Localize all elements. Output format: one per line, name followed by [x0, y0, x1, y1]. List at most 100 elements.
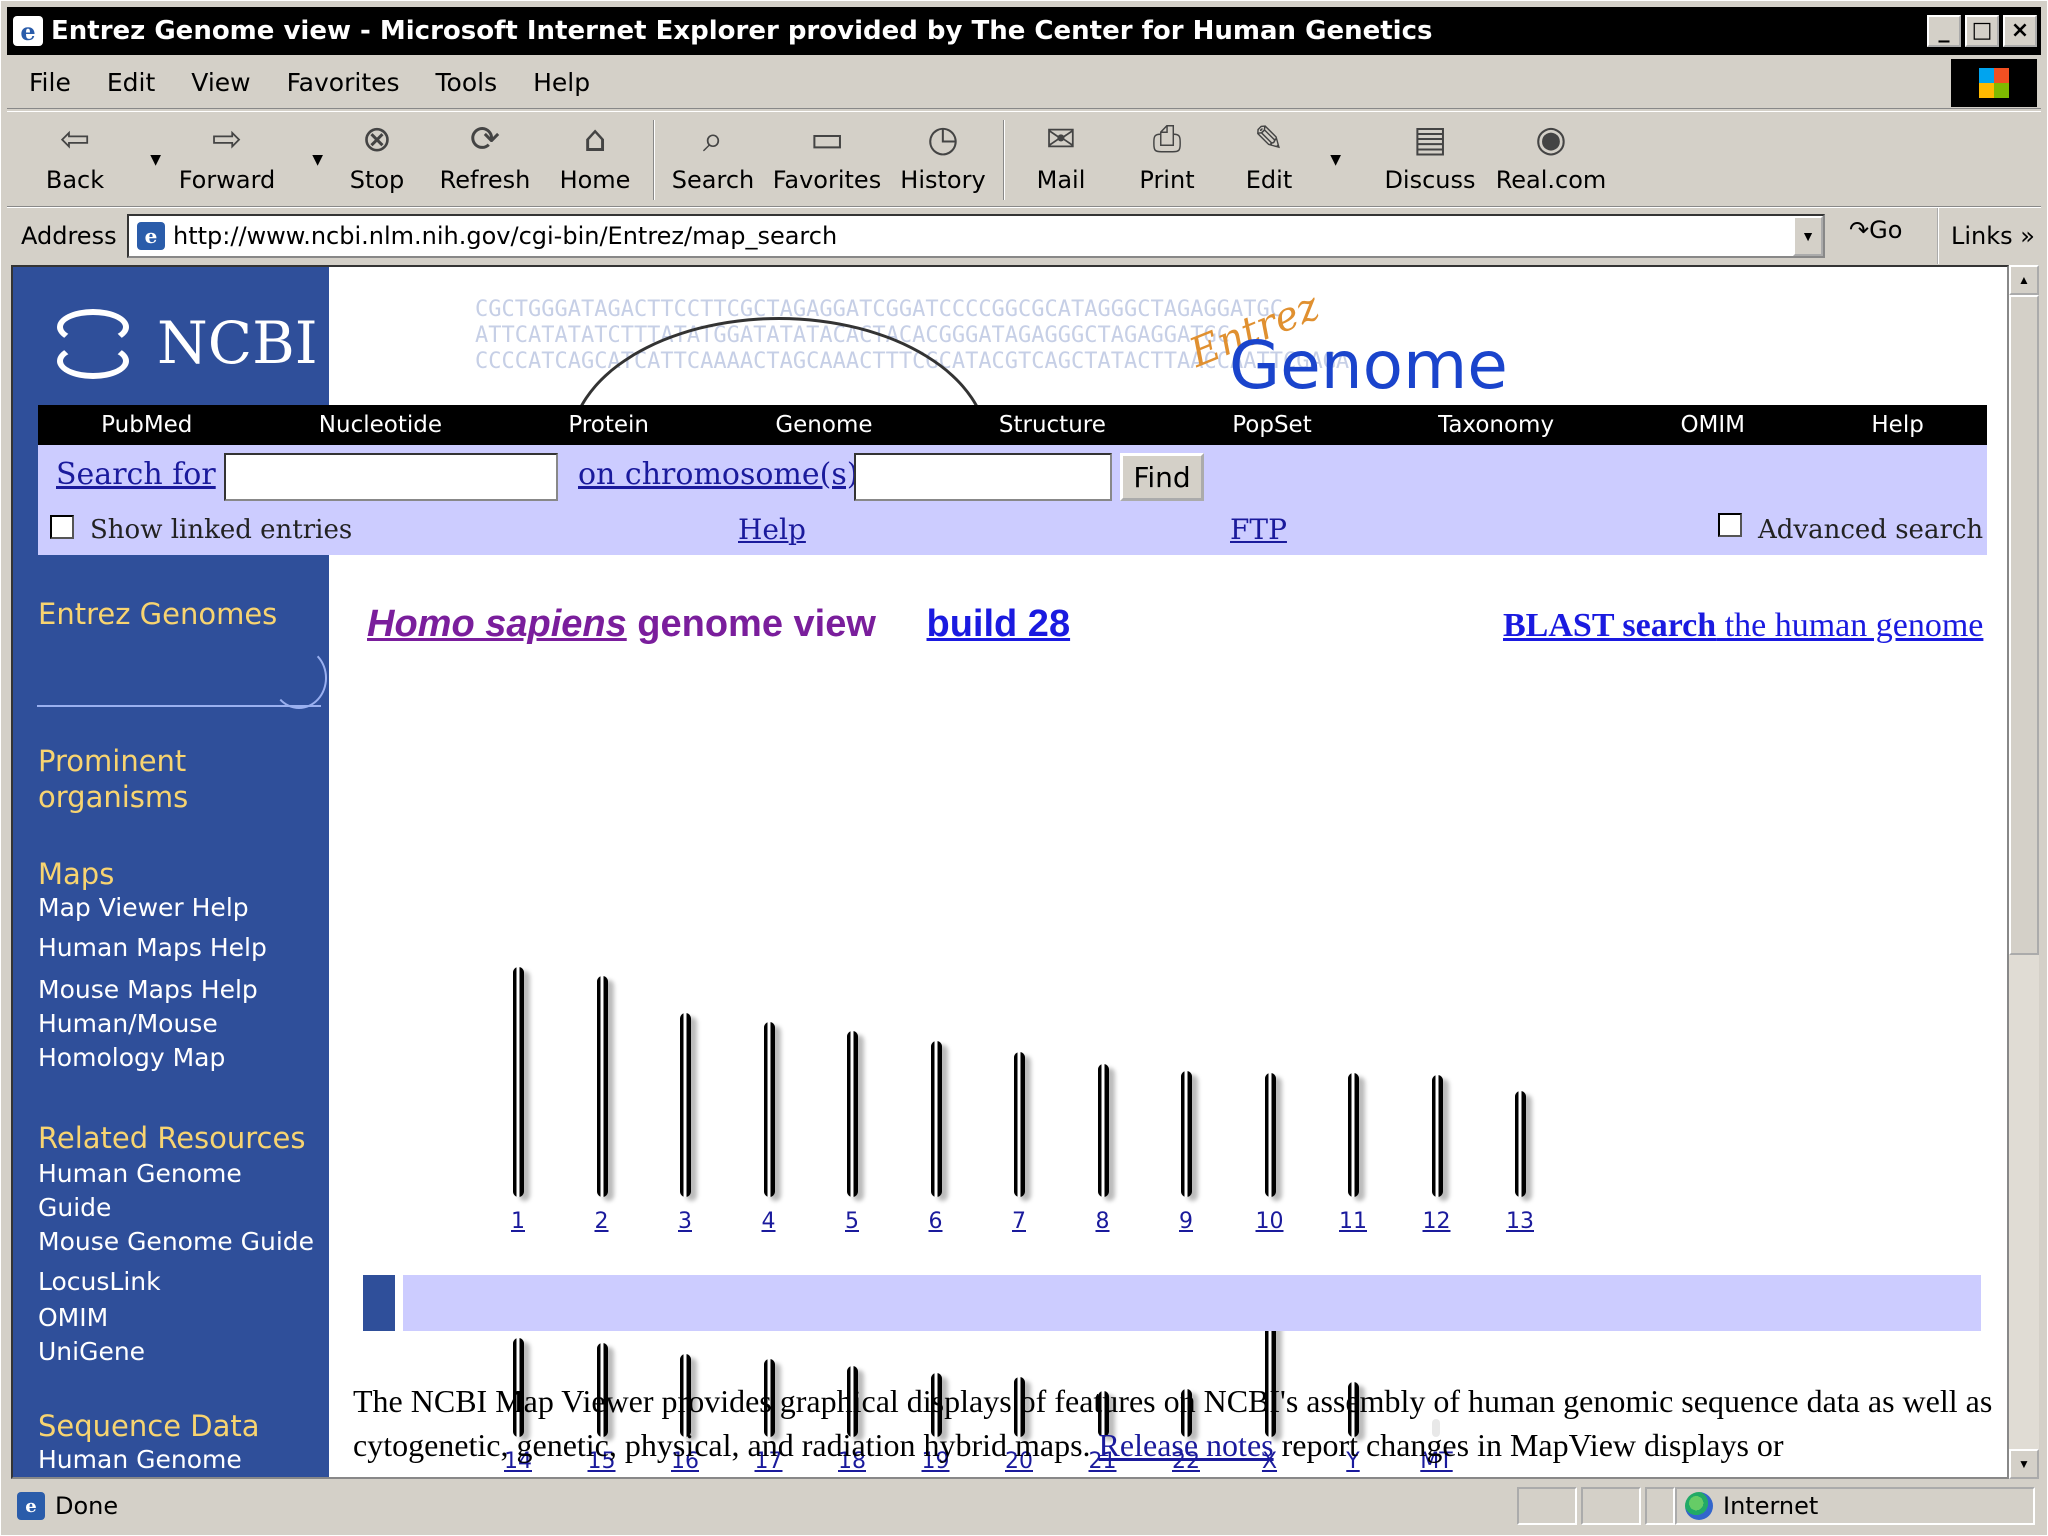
chromosome-13[interactable]: [1515, 1091, 1526, 1197]
discuss-button[interactable]: ▤ Discuss: [1367, 112, 1493, 206]
human-mouse-homology-link[interactable]: Human/Mouse Homology Map: [38, 1007, 258, 1075]
on-chromosome-link[interactable]: on chromosome(s): [578, 457, 858, 492]
close-button[interactable]: ×: [2003, 15, 2037, 47]
chromosome-label-4[interactable]: 4: [744, 1209, 794, 1234]
minimize-button[interactable]: _: [1927, 15, 1961, 47]
map-viewer-help-link[interactable]: Map Viewer Help: [38, 891, 249, 925]
human-maps-help-link[interactable]: Human Maps Help: [38, 931, 267, 965]
scroll-up-icon[interactable]: ▲: [2009, 265, 2039, 295]
stop-button[interactable]: ⊗ Stop: [327, 112, 427, 206]
chromosome-label-6[interactable]: 6: [911, 1209, 961, 1234]
mail-button[interactable]: ✉ Mail: [1011, 112, 1111, 206]
ncbi-logo[interactable]: NCBI: [53, 303, 318, 383]
locuslink-link[interactable]: LocusLink: [38, 1265, 161, 1299]
menu-tools[interactable]: Tools: [436, 68, 498, 97]
description-text-cont: report changes in MapView displays or: [1273, 1427, 1784, 1463]
search-label: Search: [671, 166, 755, 194]
search-button[interactable]: ⌕ Search: [661, 112, 765, 206]
print-button[interactable]: ⎙ Print: [1111, 112, 1223, 206]
chromosome-9[interactable]: [1181, 1070, 1192, 1197]
scroll-down-icon[interactable]: ▼: [2009, 1449, 2039, 1479]
chromosome-12[interactable]: [1431, 1075, 1443, 1197]
chromosome-label-3[interactable]: 3: [660, 1209, 710, 1234]
nav-pubmed[interactable]: PubMed: [101, 412, 192, 438]
sequence-data-heading: Sequence Data: [38, 1409, 260, 1443]
menu-favorites[interactable]: Favorites: [287, 68, 400, 97]
chromosome-label-12[interactable]: 12: [1412, 1209, 1462, 1234]
maximize-button[interactable]: □: [1965, 15, 1999, 47]
chromosome-label-7[interactable]: 7: [994, 1209, 1044, 1234]
menu-file[interactable]: File: [29, 68, 71, 97]
chromosome-1[interactable]: [513, 967, 524, 1197]
history-button[interactable]: ◷ History: [889, 112, 997, 206]
globe-icon: [1685, 1492, 1713, 1520]
nav-popset[interactable]: PopSet: [1232, 412, 1312, 438]
chromosome-2[interactable]: [596, 976, 608, 1197]
species-link[interactable]: Homo sapiens: [367, 603, 627, 645]
mouse-genome-guide-link[interactable]: Mouse Genome Guide: [38, 1225, 314, 1259]
address-url[interactable]: http://www.ncbi.nlm.nih.gov/cgi-bin/Entr…: [173, 222, 837, 250]
chromosome-3[interactable]: [680, 1013, 691, 1197]
chromosome-4[interactable]: [763, 1022, 775, 1197]
vertical-scrollbar[interactable]: ▲ ▼: [2009, 265, 2039, 1479]
realcom-button[interactable]: ◉ Real.com: [1493, 112, 1609, 206]
build-link[interactable]: build 28: [927, 603, 1071, 645]
chromosome-label-2[interactable]: 2: [577, 1209, 627, 1234]
chromosome-label-8[interactable]: 8: [1078, 1209, 1128, 1234]
release-notes-link[interactable]: Release notes: [1099, 1427, 1274, 1463]
chromosome-label-11[interactable]: 11: [1328, 1209, 1378, 1234]
prominent-organisms-link[interactable]: Prominent organisms: [38, 743, 238, 815]
help-link[interactable]: Help: [738, 513, 806, 546]
chromosome-label-10[interactable]: 10: [1245, 1209, 1295, 1234]
nav-nucleotide[interactable]: Nucleotide: [319, 412, 442, 438]
links-button[interactable]: Links »: [1937, 208, 2035, 264]
nav-protein[interactable]: Protein: [568, 412, 649, 438]
forward-button[interactable]: ⇨ Forward ▼: [157, 112, 323, 206]
forward-dropdown-icon[interactable]: ▼: [312, 152, 323, 168]
blast-search-link[interactable]: BLAST search the human genome: [1503, 607, 1983, 645]
human-genome-guide-link[interactable]: Human Genome Guide: [38, 1157, 258, 1225]
menu-help[interactable]: Help: [533, 68, 590, 97]
chromosome-10[interactable]: [1264, 1072, 1276, 1197]
omim-link[interactable]: OMIM: [38, 1301, 108, 1335]
chromosome-label-9[interactable]: 9: [1161, 1209, 1211, 1234]
chromosome-7[interactable]: [1014, 1052, 1025, 1197]
find-button[interactable]: Find: [1120, 453, 1204, 501]
chromosome-label-13[interactable]: 13: [1495, 1209, 1545, 1234]
chromosome-6[interactable]: [930, 1040, 942, 1197]
refresh-button[interactable]: ⟳ Refresh: [427, 112, 543, 206]
back-button[interactable]: ⇦ Back ▼: [15, 112, 161, 206]
chromosome-5[interactable]: [847, 1031, 858, 1197]
nav-structure[interactable]: Structure: [999, 412, 1106, 438]
ftp-link[interactable]: FTP: [1230, 513, 1287, 546]
mouse-maps-help-link[interactable]: Mouse Maps Help: [38, 973, 258, 1007]
edit-dropdown-icon[interactable]: ▼: [1330, 152, 1341, 168]
chromosome-input[interactable]: [854, 453, 1112, 501]
nav-genome[interactable]: Genome: [775, 412, 872, 438]
advanced-search-checkbox[interactable]: [1718, 513, 1742, 537]
human-genome-link[interactable]: Human Genome: [38, 1443, 242, 1477]
menu-view[interactable]: View: [191, 68, 250, 97]
home-button[interactable]: ⌂ Home: [543, 112, 647, 206]
chromosome-label-1[interactable]: 1: [493, 1209, 543, 1234]
favorites-button[interactable]: ▭ Favorites: [765, 112, 889, 206]
unigene-link[interactable]: UniGene: [38, 1335, 145, 1369]
search-for-link[interactable]: Search for: [56, 457, 216, 492]
menu-edit[interactable]: Edit: [107, 68, 155, 97]
scroll-thumb[interactable]: [2009, 295, 2039, 955]
search-term-input[interactable]: [224, 453, 558, 501]
edit-label: Edit: [1245, 166, 1293, 194]
address-dropdown-icon[interactable]: ▼: [1793, 216, 1823, 256]
chromosome-11[interactable]: [1348, 1072, 1359, 1197]
nav-taxonomy[interactable]: Taxonomy: [1438, 412, 1554, 438]
nav-help[interactable]: Help: [1871, 412, 1923, 438]
show-linked-checkbox[interactable]: [50, 515, 74, 539]
edit-button[interactable]: ✎ Edit ▼: [1223, 112, 1341, 206]
chromosome-label-5[interactable]: 5: [827, 1209, 877, 1234]
address-input[interactable]: e http://www.ncbi.nlm.nih.gov/cgi-bin/En…: [127, 214, 1825, 258]
forward-label: Forward: [178, 166, 276, 194]
nav-omim[interactable]: OMIM: [1680, 412, 1745, 438]
chromosome-8[interactable]: [1097, 1063, 1109, 1197]
entrez-genomes-link[interactable]: Entrez Genomes: [38, 597, 277, 631]
go-button[interactable]: ↷Go: [1849, 216, 1902, 244]
